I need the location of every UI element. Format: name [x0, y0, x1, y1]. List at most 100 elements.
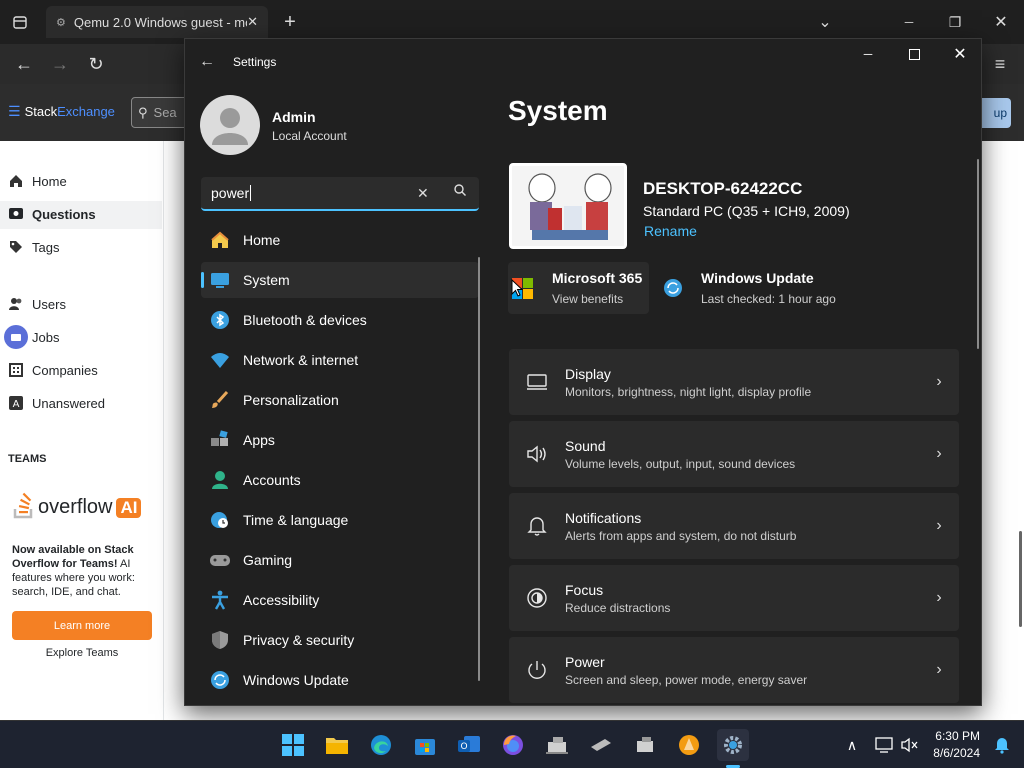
firefox-icon[interactable] [497, 729, 529, 761]
usb-device-app-icon[interactable] [585, 729, 617, 761]
windows-update-icon [209, 669, 231, 691]
settings-back-arrow-icon[interactable]: ← [199, 53, 215, 71]
nav-item-home[interactable]: Home [201, 222, 479, 258]
display-card[interactable]: Display Monitors, brightness, night light… [509, 349, 959, 415]
reload-icon[interactable]: ↻ [81, 49, 111, 79]
avatar[interactable] [200, 95, 260, 155]
nav-item-windows-update[interactable]: Windows Update [201, 662, 479, 698]
active-indicator [201, 272, 204, 288]
notification-bell-icon[interactable] [986, 729, 1018, 761]
display-card-subtitle: Monitors, brightness, night light, displ… [565, 384, 812, 399]
desktop-wallpaper-thumbnail[interactable] [509, 163, 627, 249]
clear-search-icon[interactable]: ✕ [417, 185, 429, 202]
se-nav-users-label: Users [32, 296, 66, 312]
outlook-new-icon[interactable]: O [453, 729, 485, 761]
nav-item-privacy[interactable]: Privacy & security [201, 622, 479, 658]
browser-minimize-button[interactable]: ─ [894, 7, 924, 37]
explore-teams-link[interactable]: Explore Teams [12, 647, 152, 659]
monitor-icon [509, 373, 565, 391]
tab-list-chevron-icon[interactable]: ⌄ [810, 7, 840, 37]
tab-actions-icon[interactable] [5, 7, 35, 37]
se-nav-questions[interactable]: Questions [8, 202, 96, 226]
se-nav-jobs[interactable]: Jobs [4, 325, 59, 349]
nav-item-personalization[interactable]: Personalization [201, 382, 479, 418]
search-icon[interactable] [453, 183, 467, 202]
new-tab-button[interactable]: + [275, 7, 305, 37]
wu-sub: Last checked: 1 hour ago [701, 292, 836, 306]
chevron-right-icon: › [936, 373, 942, 390]
wu-title[interactable]: Windows Update [701, 270, 814, 286]
learn-more-button[interactable]: Learn more [12, 611, 152, 640]
rename-link[interactable]: Rename [644, 223, 697, 239]
home-icon [209, 229, 231, 251]
browser-tab[interactable]: ⚙ Qemu 2.0 Windows guest - mo ✕ [46, 6, 268, 38]
chevron-right-icon: › [936, 661, 942, 678]
nav-item-system[interactable]: System [201, 262, 479, 298]
accounts-icon [209, 469, 231, 491]
microsoft-store-icon[interactable] [409, 729, 441, 761]
edge-browser-icon[interactable] [365, 729, 397, 761]
taskbar-time[interactable]: 6:30 PM [928, 729, 980, 743]
settings-search-input[interactable]: power ✕ [201, 177, 479, 211]
settings-minimize-button[interactable]: ─ [853, 39, 883, 69]
nav-item-network-label: Network & internet [243, 352, 359, 368]
se-nav-unanswered[interactable]: A Unanswered [8, 391, 105, 415]
browser-menu-icon[interactable]: ≡ [985, 49, 1015, 79]
users-icon [8, 296, 24, 312]
home-icon [8, 173, 24, 189]
nav-item-network[interactable]: Network & internet [201, 342, 479, 378]
forward-arrow-icon[interactable]: → [45, 49, 75, 79]
focus-card[interactable]: Focus Reduce distractions › [509, 565, 959, 631]
nav-item-time-language[interactable]: Time & language [201, 502, 479, 538]
search-icon: ⚲ [138, 104, 148, 120]
browser-maximize-button[interactable]: ❐ [940, 7, 970, 37]
network-drive-app-icon[interactable] [541, 729, 573, 761]
sound-card[interactable]: Sound Volume levels, output, input, sound… [509, 421, 959, 487]
se-nav-unanswered-label: Unanswered [32, 395, 105, 411]
nav-scrollbar[interactable] [478, 257, 480, 681]
taskbar-date[interactable]: 8/6/2024 [928, 746, 980, 760]
content-scrollbar[interactable] [977, 159, 979, 349]
nav-item-accessibility[interactable]: Accessibility [201, 582, 479, 618]
settings-maximize-button[interactable] [899, 39, 929, 69]
settings-close-button[interactable]: ✕ [945, 39, 975, 69]
nav-item-bluetooth[interactable]: Bluetooth & devices [201, 302, 479, 338]
microsoft-365-card[interactable]: Microsoft 365 View benefits [508, 262, 649, 314]
show-hidden-icons-chevron[interactable]: ∧ [836, 729, 868, 761]
back-arrow-icon[interactable]: ← [9, 49, 39, 79]
ms365-sub: View benefits [552, 292, 624, 306]
settings-gear-icon[interactable] [717, 729, 749, 761]
start-button-icon[interactable] [277, 729, 309, 761]
se-nav-home[interactable]: Home [8, 169, 67, 193]
se-nav-users[interactable]: Users [8, 292, 66, 316]
nav-item-bluetooth-label: Bluetooth & devices [243, 312, 367, 328]
hardware-app-icon[interactable] [629, 729, 661, 761]
nav-item-accounts[interactable]: Accounts [201, 462, 479, 498]
tab-close-icon[interactable]: ✕ [247, 14, 258, 30]
se-nav-companies[interactable]: Companies [8, 358, 98, 382]
se-search-input[interactable]: ⚲ Sea [131, 97, 191, 128]
user-account-type: Local Account [272, 129, 347, 143]
nav-item-accounts-label: Accounts [243, 472, 301, 488]
user-name: Admin [272, 109, 316, 125]
nav-item-apps[interactable]: Apps [201, 422, 479, 458]
nav-item-gaming[interactable]: Gaming [201, 542, 479, 578]
browser-close-button[interactable]: ✕ [986, 7, 1016, 37]
settings-window-title: Settings [233, 55, 277, 69]
power-icon [509, 659, 565, 681]
se-nav-tags[interactable]: Tags [8, 235, 59, 259]
power-card[interactable]: Power Screen and sleep, power mode, energ… [509, 637, 959, 703]
unanswered-icon: A [8, 395, 24, 411]
se-nav-home-label: Home [32, 173, 67, 189]
file-explorer-icon[interactable] [321, 729, 353, 761]
teams-promo-text: Now available on Stack Overflow for Team… [12, 543, 152, 599]
settings-window: ← Settings ─ ✕ Admin Local Account power… [184, 38, 982, 706]
notifications-card[interactable]: Notifications Alerts from apps and system… [509, 493, 959, 559]
vlc-cone-icon[interactable] [673, 729, 705, 761]
windows-update-status-icon [663, 278, 683, 303]
volume-muted-icon[interactable] [894, 729, 926, 761]
stackexchange-logo[interactable]: ☰ Stack Exchange [8, 103, 115, 120]
taskbar: O ∧ 6:30 PM 8/6/2024 [0, 720, 1024, 768]
page-scrollbar[interactable] [1019, 531, 1022, 627]
focus-icon [509, 587, 565, 609]
